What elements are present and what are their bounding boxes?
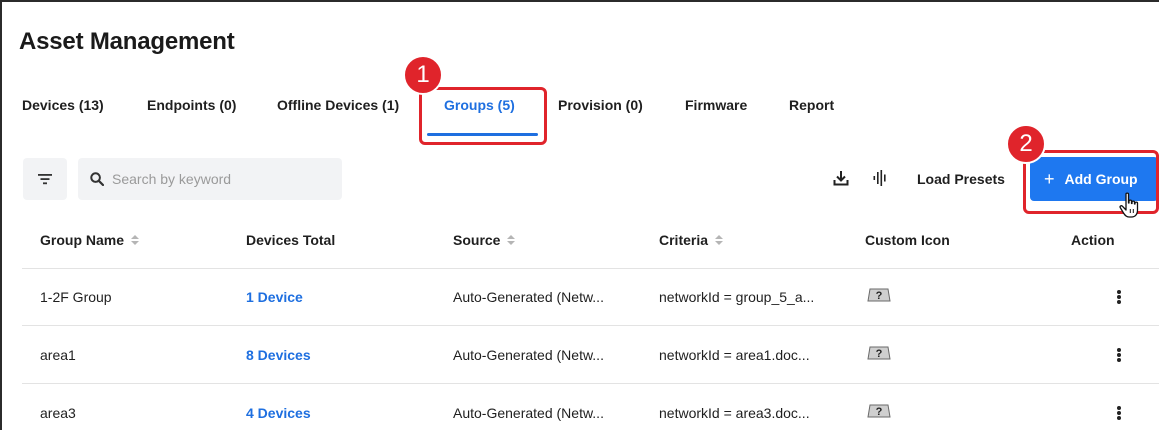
column-header-criteria[interactable]: Criteria xyxy=(659,232,724,248)
filter-button[interactable] xyxy=(23,158,67,200)
column-header-custom-icon: Custom Icon xyxy=(865,232,950,248)
row-actions-menu[interactable] xyxy=(1117,406,1121,420)
devices-total-link[interactable]: 8 Devices xyxy=(246,347,311,363)
source-cell: Auto-Generated (Netw... xyxy=(453,347,604,363)
window-frame xyxy=(0,0,1159,430)
devices-total-link[interactable]: 1 Device xyxy=(246,289,303,305)
tab-bar: Devices (13) Endpoints (0) Offline Devic… xyxy=(0,97,1159,133)
row-actions-menu[interactable] xyxy=(1117,348,1121,362)
sort-icon xyxy=(715,234,724,246)
filter-icon xyxy=(38,174,52,185)
tab-report[interactable]: Report xyxy=(789,97,834,113)
callout-badge-1: 1 xyxy=(403,55,443,95)
question-device-icon: ? xyxy=(867,288,891,302)
tab-provision[interactable]: Provision (0) xyxy=(558,97,643,113)
table-divider xyxy=(22,268,1159,269)
source-cell: Auto-Generated (Netw... xyxy=(453,289,604,305)
table-divider xyxy=(22,383,1159,384)
table-divider xyxy=(22,325,1159,326)
column-header-devices-total: Devices Total xyxy=(246,232,336,248)
callout-highlight-groups-tab xyxy=(419,87,547,145)
tab-endpoints[interactable]: Endpoints (0) xyxy=(147,97,236,113)
download-icon xyxy=(833,171,849,186)
criteria-cell: networkId = area3.doc... xyxy=(659,405,810,421)
svg-text:?: ? xyxy=(876,348,883,360)
tab-offline-devices[interactable]: Offline Devices (1) xyxy=(277,97,399,113)
question-device-icon: ? xyxy=(867,404,891,418)
sort-icon xyxy=(131,234,140,246)
criteria-cell: networkId = group_5_a... xyxy=(659,289,815,305)
search-input[interactable] xyxy=(112,171,332,187)
question-device-icon: ? xyxy=(867,346,891,360)
load-presets-button[interactable]: Load Presets xyxy=(917,171,1005,187)
callout-badge-2: 2 xyxy=(1006,124,1046,164)
group-name-cell: area3 xyxy=(40,405,76,421)
sort-icon xyxy=(507,234,516,246)
waveform-icon xyxy=(873,170,886,186)
search-icon xyxy=(90,172,104,186)
column-header-group-name[interactable]: Group Name xyxy=(40,232,140,248)
hand-cursor-icon xyxy=(1119,192,1139,218)
tab-firmware[interactable]: Firmware xyxy=(685,97,747,113)
devices-total-link[interactable]: 4 Devices xyxy=(246,405,311,421)
search-box xyxy=(78,158,342,200)
download-button[interactable] xyxy=(829,166,853,190)
criteria-cell: networkId = area1.doc... xyxy=(659,347,810,363)
svg-text:?: ? xyxy=(876,406,883,418)
page-title: Asset Management xyxy=(19,28,235,55)
group-name-cell: area1 xyxy=(40,347,76,363)
svg-text:?: ? xyxy=(876,290,883,302)
source-cell: Auto-Generated (Netw... xyxy=(453,405,604,421)
column-header-source[interactable]: Source xyxy=(453,232,516,248)
column-header-action: Action xyxy=(1071,232,1115,248)
waveform-button[interactable] xyxy=(868,166,892,190)
row-actions-menu[interactable] xyxy=(1117,290,1121,304)
group-name-cell: 1-2F Group xyxy=(40,289,112,305)
tab-devices[interactable]: Devices (13) xyxy=(22,97,104,113)
